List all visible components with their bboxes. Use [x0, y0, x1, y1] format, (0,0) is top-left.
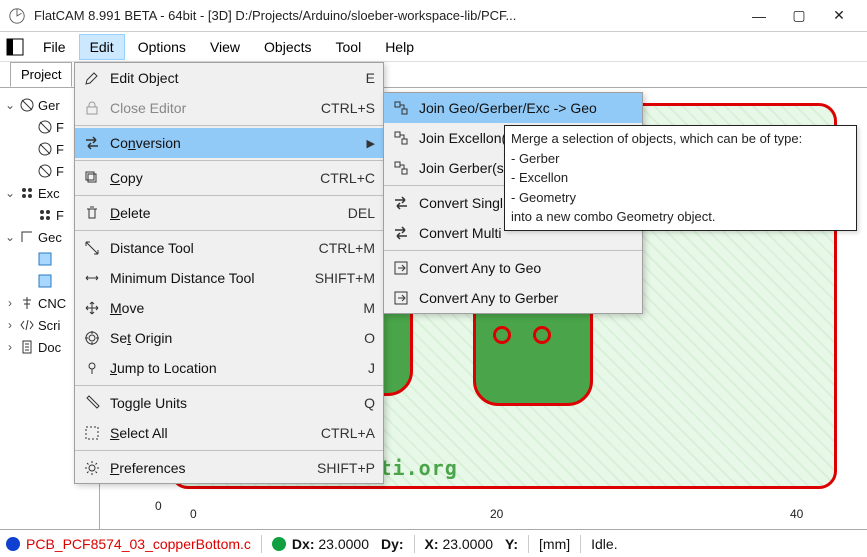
- app-mini-icon: [6, 38, 24, 56]
- tooltip-line: Merge a selection of objects, which can …: [511, 129, 850, 149]
- submenu-item-convert-any-to-geo[interactable]: Convert Any to Geo: [384, 253, 642, 283]
- cnc-icon: [19, 295, 35, 311]
- edit-dropdown: Edit Object E Close Editor CTRL+S Conver…: [74, 62, 384, 484]
- app-icon: [8, 7, 26, 25]
- menu-item-select-all[interactable]: Select All CTRL+A: [75, 418, 383, 448]
- status-state: Idle.: [591, 536, 617, 552]
- status-dot-blue: [6, 537, 20, 551]
- gerber-icon: [19, 97, 35, 113]
- dist2-icon: [83, 269, 101, 287]
- script-icon: [19, 317, 35, 333]
- menu-item-edit-object[interactable]: Edit Object E: [75, 63, 383, 93]
- status-units: [mm]: [539, 536, 570, 552]
- geometry-sel-icon: [37, 273, 53, 289]
- gerber-icon: [37, 141, 53, 157]
- menu-edit[interactable]: Edit: [79, 34, 125, 60]
- menu-item-toggle-units[interactable]: Toggle Units Q: [75, 388, 383, 418]
- join-icon: [392, 129, 410, 147]
- status-bar: PCB_PCF8574_03_copperBottom.c Dx: 23.000…: [0, 529, 867, 557]
- pencil-icon: [83, 69, 101, 87]
- menu-help[interactable]: Help: [374, 34, 425, 60]
- status-filename: PCB_PCF8574_03_copperBottom.c: [26, 536, 251, 552]
- x-tick-0: 0: [190, 507, 197, 521]
- menu-item-distance-tool[interactable]: Distance Tool CTRL+M: [75, 233, 383, 263]
- submenu-item-join-geo-gerber-exc-geo[interactable]: Join Geo/Gerber/Exc -> Geo: [384, 93, 642, 123]
- menu-tool[interactable]: Tool: [325, 34, 373, 60]
- geometry-sel-icon: [37, 251, 53, 267]
- geometry-icon: [19, 229, 35, 245]
- tooltip-line: - Geometry: [511, 188, 850, 208]
- trash-icon: [83, 204, 101, 222]
- move-icon: [83, 299, 101, 317]
- menu-item-jump-to-location[interactable]: Jump to Location J: [75, 353, 383, 383]
- menu-file[interactable]: File: [32, 34, 77, 60]
- maximize-button[interactable]: ▢: [779, 1, 819, 31]
- tooltip-line: into a new combo Geometry object.: [511, 207, 850, 227]
- ruler-icon: [83, 394, 101, 412]
- conv-icon: [392, 259, 410, 277]
- gerber-icon: [37, 119, 53, 135]
- select-icon: [83, 424, 101, 442]
- close-button[interactable]: ✕: [819, 1, 859, 31]
- origin-icon: [83, 329, 101, 347]
- menu-bar: File Edit Options View Objects Tool Help: [0, 32, 867, 62]
- lock-icon: [83, 99, 101, 117]
- menu-objects[interactable]: Objects: [253, 34, 322, 60]
- gear-icon: [83, 459, 101, 477]
- copy-icon: [83, 169, 101, 187]
- menu-item-move[interactable]: Move M: [75, 293, 383, 323]
- excellon-icon: [19, 185, 35, 201]
- doc-icon: [19, 339, 35, 355]
- menu-item-copy[interactable]: Copy CTRL+C: [75, 163, 383, 193]
- y-tick: 0: [155, 499, 162, 513]
- swap-icon: [392, 224, 410, 242]
- dist-icon: [83, 239, 101, 257]
- menu-item-delete[interactable]: Delete DEL: [75, 198, 383, 228]
- menu-item-set-origin[interactable]: Set Origin O: [75, 323, 383, 353]
- menu-item-close-editor: Close Editor CTRL+S: [75, 93, 383, 123]
- jump-icon: [83, 359, 101, 377]
- x-tick-1: 20: [490, 507, 503, 521]
- tooltip-line: - Gerber: [511, 149, 850, 169]
- menu-item-preferences[interactable]: Preferences SHIFT+P: [75, 453, 383, 483]
- minimize-button[interactable]: —: [739, 1, 779, 31]
- join-icon: [392, 159, 410, 177]
- x-tick-2: 40: [790, 507, 803, 521]
- gerber-icon: [37, 163, 53, 179]
- swap-icon: [392, 194, 410, 212]
- swap-icon: [83, 134, 101, 152]
- submenu-item-convert-any-to-gerber[interactable]: Convert Any to Gerber: [384, 283, 642, 313]
- menu-item-minimum-distance-tool[interactable]: Minimum Distance Tool SHIFT+M: [75, 263, 383, 293]
- project-tab[interactable]: Project: [10, 62, 72, 87]
- status-dot-green: [272, 537, 286, 551]
- title-bar: FlatCAM 8.991 BETA - 64bit - [3D] D:/Pro…: [0, 0, 867, 32]
- conv-icon: [392, 289, 410, 307]
- menu-item-conversion[interactable]: Conversion ▶: [75, 128, 383, 158]
- menu-view[interactable]: View: [199, 34, 251, 60]
- join-icon: [392, 99, 410, 117]
- excellon-icon: [37, 207, 53, 223]
- window-title: FlatCAM 8.991 BETA - 64bit - [3D] D:/Pro…: [34, 8, 739, 23]
- menu-options[interactable]: Options: [127, 34, 197, 60]
- tooltip: Merge a selection of objects, which can …: [504, 125, 857, 231]
- tooltip-line: - Excellon: [511, 168, 850, 188]
